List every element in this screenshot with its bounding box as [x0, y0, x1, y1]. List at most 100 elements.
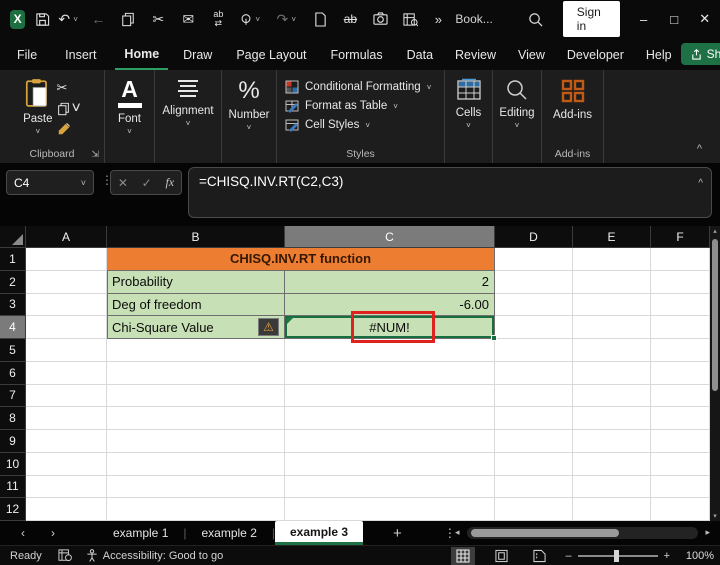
sheet-tab-example-1[interactable]: example 1 [98, 521, 183, 545]
cell-d1[interactable] [495, 248, 573, 271]
alignment-button[interactable]: Alignment ˅ [162, 70, 214, 163]
empty-cell[interactable] [285, 430, 495, 453]
cell-e1[interactable] [573, 248, 651, 271]
empty-cell[interactable] [107, 384, 285, 408]
empty-cell[interactable] [651, 475, 710, 499]
strikethrough-icon[interactable]: ab [339, 8, 361, 30]
sheet-tab-example-3[interactable]: example 3 [275, 521, 364, 545]
sheet-nav-right-icon[interactable]: › [38, 526, 68, 540]
cut-button[interactable]: ✂ [57, 80, 68, 96]
macro-record-button[interactable] [58, 549, 72, 562]
touch-mode-dropdown-icon[interactable]: ˅ [255, 15, 263, 24]
tab-data[interactable]: Data [398, 40, 442, 69]
horizontal-scrollbar[interactable]: ◂ ▸ [455, 525, 710, 540]
empty-cell[interactable] [573, 475, 651, 499]
tab-insert[interactable]: Insert [56, 40, 105, 69]
vertical-scrollbar[interactable]: ▴ ▾ [710, 226, 720, 521]
empty-cell[interactable] [495, 430, 573, 453]
zoom-slider-thumb[interactable] [613, 549, 619, 562]
row-header-5[interactable]: 5 [0, 339, 26, 362]
tab-formulas[interactable]: Formulas [322, 40, 392, 69]
hscroll-left-icon[interactable]: ◂ [455, 527, 467, 538]
vertical-scroll-thumb[interactable] [712, 239, 718, 391]
cell-f4[interactable] [651, 316, 710, 339]
cell-d2[interactable] [495, 270, 573, 294]
paste-dropdown-icon[interactable]: ˅ [35, 127, 40, 136]
new-sheet-button[interactable]: + [393, 525, 402, 542]
empty-cell[interactable] [573, 407, 651, 430]
row-header-1[interactable]: 1 [0, 248, 26, 271]
close-button[interactable]: ✕ [689, 4, 720, 34]
empty-cell[interactable] [107, 339, 285, 362]
copy-button[interactable]: ˅ [57, 100, 81, 118]
format-painter-button[interactable] [57, 122, 71, 136]
minimize-button[interactable]: – [628, 4, 659, 34]
empty-cell[interactable] [107, 430, 285, 453]
column-header-b[interactable]: B [107, 226, 285, 248]
cell-c4-selected[interactable]: #NUM! [285, 311, 497, 344]
row-header-3[interactable]: 3 [0, 293, 26, 317]
tab-review[interactable]: Review [446, 40, 505, 69]
empty-cell[interactable] [26, 430, 107, 453]
cell-b3[interactable]: Deg of freedom [107, 293, 285, 317]
empty-cell[interactable] [573, 361, 651, 385]
empty-cell[interactable] [107, 361, 285, 385]
empty-cell[interactable] [651, 430, 710, 453]
tab-file[interactable]: File [8, 40, 46, 69]
zoom-in-icon[interactable]: + [664, 550, 670, 562]
cancel-entry-icon[interactable]: ✕ [118, 176, 128, 190]
expand-formula-bar-icon[interactable]: ^ [698, 178, 703, 189]
replace-icon[interactable]: ab ⇄ [207, 8, 229, 30]
empty-cell[interactable] [285, 384, 495, 408]
cell-e2[interactable] [573, 270, 651, 294]
empty-cell[interactable] [573, 339, 651, 362]
empty-cell[interactable] [573, 384, 651, 408]
normal-view-button[interactable] [451, 546, 476, 565]
empty-cell[interactable] [573, 430, 651, 453]
copy-icon[interactable] [117, 8, 139, 30]
empty-cell[interactable] [495, 339, 573, 362]
cell-f3[interactable] [651, 293, 710, 317]
row-header-2[interactable]: 2 [0, 270, 26, 294]
collapse-ribbon-icon[interactable]: ^ [697, 143, 702, 155]
select-all-button[interactable] [0, 226, 26, 248]
empty-cell[interactable] [285, 475, 495, 499]
zoom-level[interactable]: 100% [678, 550, 714, 562]
cell-c2[interactable]: 2 [285, 270, 495, 294]
empty-cell[interactable] [26, 384, 107, 408]
cell-b2[interactable]: Probability [107, 270, 285, 294]
page-break-view-button[interactable] [527, 547, 551, 565]
empty-cell[interactable] [573, 452, 651, 476]
scroll-down-icon[interactable]: ▾ [710, 512, 720, 520]
cell-e4[interactable] [573, 316, 651, 339]
empty-cell[interactable] [495, 384, 573, 408]
column-header-c[interactable]: C [285, 226, 495, 248]
hscroll-right-icon[interactable]: ▸ [698, 527, 710, 538]
row-header-11[interactable]: 11 [0, 475, 26, 499]
search-icon[interactable] [525, 8, 547, 30]
accessibility-status[interactable]: Accessibility: Good to go [86, 549, 223, 562]
empty-cell[interactable] [26, 339, 107, 362]
editing-button[interactable]: Editing ˅ [499, 70, 535, 163]
empty-cell[interactable] [285, 361, 495, 385]
empty-cell[interactable] [651, 339, 710, 362]
scroll-up-icon[interactable]: ▴ [710, 227, 720, 235]
page-layout-view-button[interactable] [489, 547, 513, 565]
sheet-tab-example-2[interactable]: example 2 [187, 521, 272, 545]
cell-f2[interactable] [651, 270, 710, 294]
maximize-button[interactable]: □ [659, 4, 690, 34]
camera-icon[interactable] [369, 8, 391, 30]
cell-a4[interactable] [26, 316, 107, 339]
email-send-icon[interactable]: ✉ [177, 8, 199, 30]
paste-button[interactable]: Paste ˅ [23, 78, 53, 136]
clipboard-dialog-launcher-icon[interactable]: ⇲ [91, 149, 99, 160]
empty-cell[interactable] [107, 452, 285, 476]
empty-cell[interactable] [495, 498, 573, 521]
tab-view[interactable]: View [509, 40, 554, 69]
cut-icon[interactable]: ✂ [147, 8, 169, 30]
row-header-10[interactable]: 10 [0, 452, 26, 476]
cell-styles-button[interactable]: Cell Styles ˅ [285, 118, 370, 132]
row-header-6[interactable]: 6 [0, 361, 26, 385]
zoom-slider[interactable] [577, 549, 658, 562]
zoom-out-icon[interactable]: – [565, 550, 571, 562]
